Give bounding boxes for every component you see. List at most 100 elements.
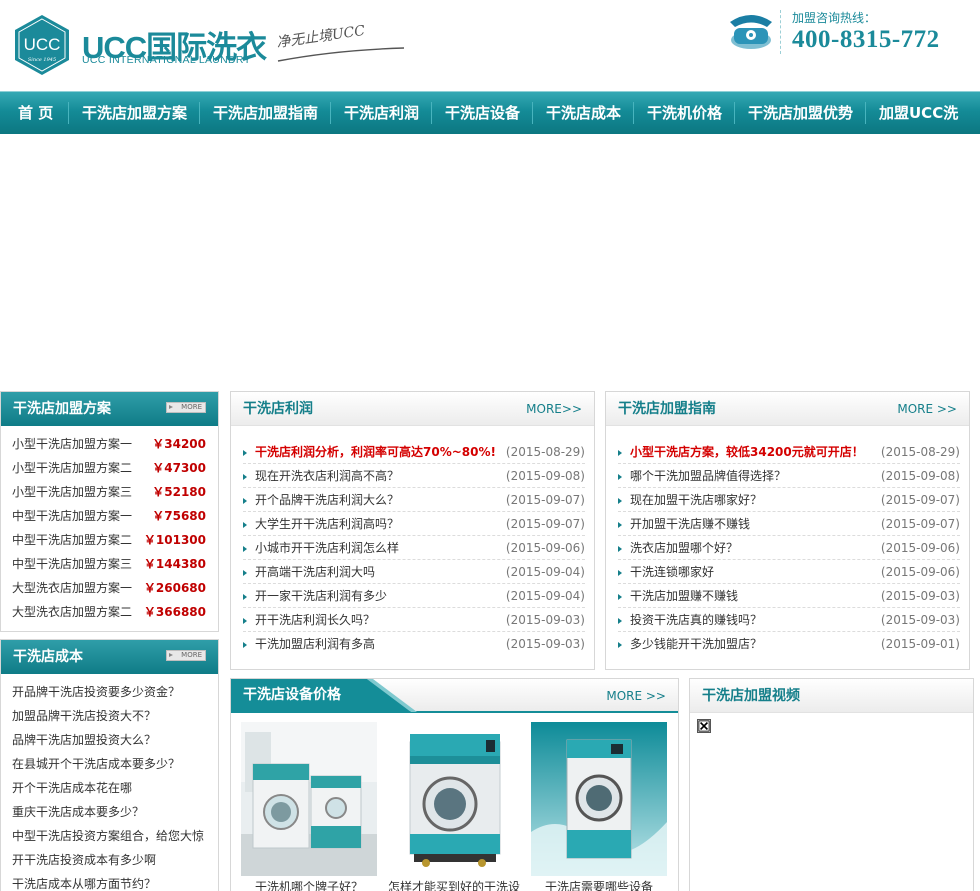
plan-row[interactable]: 大型洗衣店加盟方案一 ￥260680: [12, 576, 206, 600]
svg-text:UCC: UCC: [24, 35, 61, 54]
product-caption[interactable]: 干洗机哪个牌子好？: [233, 878, 385, 891]
news-item[interactable]: 多少钱能开干洗加盟店？ (2015-09-01): [618, 632, 960, 656]
news-date: (2015-09-07): [880, 517, 960, 531]
cost-link[interactable]: 重庆干洗店成本要多少？: [12, 800, 144, 824]
nav-item-equipment[interactable]: 干洗店设备: [445, 92, 520, 134]
news-item[interactable]: 小城市开干洗店利润怎么样 (2015-09-06): [243, 536, 585, 560]
plan-row[interactable]: 小型干洗店加盟方案二 ￥47300: [12, 456, 206, 480]
news-item[interactable]: 开个品牌干洗店利润大么？ (2015-09-07): [243, 488, 585, 512]
video-header: 干洗店加盟视频: [690, 679, 973, 713]
ucc-logo-icon[interactable]: UCC Since 1945: [14, 14, 70, 76]
news-date: (2015-08-29): [880, 445, 960, 459]
news-item[interactable]: 投资干洗店真的赚钱吗？ (2015-09-03): [618, 608, 960, 632]
cost-link[interactable]: 开品牌干洗店投资要多少资金？: [12, 680, 180, 704]
product-image[interactable]: [241, 722, 377, 876]
news-item[interactable]: 洗衣店加盟哪个好？ (2015-09-06): [618, 536, 960, 560]
news-title: 投资干洗店真的赚钱吗？: [630, 613, 763, 627]
news-item[interactable]: 干洗加盟店利润有多高 (2015-09-03): [243, 632, 585, 656]
nav-separator: [199, 102, 200, 124]
news-title: 现在加盟干洗店哪家好？: [630, 493, 763, 507]
cost-panel: 干洗店成本 MORE 开品牌干洗店投资要多少资金？ 加盟品牌干洗店投资大不？ 品…: [0, 639, 219, 891]
plan-name: 大型洗衣店加盟方案二: [12, 605, 133, 619]
plans-title: 干洗店加盟方案: [13, 401, 111, 417]
nav-separator: [532, 102, 533, 124]
nav-item-guide[interactable]: 干洗店加盟指南: [213, 92, 318, 134]
news-item[interactable]: 开加盟干洗店赚不赚钱 (2015-09-07): [618, 512, 960, 536]
plans-header: 干洗店加盟方案 MORE: [1, 392, 218, 426]
news-date: (2015-08-29): [505, 445, 585, 459]
news-title: 小城市开干洗店利润怎么样: [255, 541, 400, 555]
product-image[interactable]: [386, 722, 522, 876]
plan-row[interactable]: 中型干洗店加盟方案三 ￥144380: [12, 552, 206, 576]
plan-price: ￥52180: [152, 485, 206, 499]
brand-subtitle: UCC INTERNATIONAL LAUNDRY: [82, 54, 251, 66]
nav-item-profit[interactable]: 干洗店利润: [344, 92, 419, 134]
profit-title: 干洗店利润: [243, 401, 313, 417]
nav-item-home[interactable]: 首 页: [18, 92, 53, 134]
plan-row[interactable]: 小型干洗店加盟方案一 ￥34200: [12, 432, 206, 456]
news-item[interactable]: 小型干洗店方案，较低34200元就可开店！ (2015-08-29): [618, 440, 960, 464]
cost-link[interactable]: 在县城开个干洗店成本要多少？: [12, 752, 180, 776]
nav-separator: [865, 102, 866, 124]
product-caption[interactable]: 怎样才能买到好的干洗设: [378, 878, 530, 891]
news-title: 洗衣店加盟哪个好？: [630, 541, 739, 555]
cost-more-button[interactable]: MORE: [166, 650, 206, 661]
equipment-more-link[interactable]: MORE >>: [606, 679, 666, 713]
equipment-title: 干洗店设备价格: [243, 687, 341, 703]
plans-more-button[interactable]: MORE: [166, 402, 206, 413]
nav-item-join-ucc[interactable]: 加盟UCC洗: [879, 92, 958, 134]
news-date: (2015-09-07): [880, 493, 960, 507]
news-date: (2015-09-03): [505, 613, 585, 627]
news-title: 开个品牌干洗店利润大么？: [255, 493, 400, 507]
news-item[interactable]: 开干洗店利润长久吗？ (2015-09-03): [243, 608, 585, 632]
news-date: (2015-09-07): [505, 517, 585, 531]
news-item[interactable]: 哪个干洗加盟品牌值得选择？ (2015-09-08): [618, 464, 960, 488]
cost-link[interactable]: 中型干洗店投资方案组合，给您大惊: [12, 824, 204, 848]
plan-row[interactable]: 大型洗衣店加盟方案二 ￥366880: [12, 600, 206, 624]
main-nav: 首 页 干洗店加盟方案 干洗店加盟指南 干洗店利润 干洗店设备 干洗店成本 干洗…: [0, 91, 980, 134]
news-item[interactable]: 干洗连锁哪家好 (2015-09-06): [618, 560, 960, 584]
plan-name: 大型洗衣店加盟方案一: [12, 581, 133, 595]
plan-price: ￥101300: [143, 533, 206, 547]
plan-row[interactable]: 中型干洗店加盟方案二 ￥101300: [12, 528, 206, 552]
nav-item-machine-price[interactable]: 干洗机价格: [647, 92, 722, 134]
bullet-arrow-icon: [243, 450, 247, 456]
news-item[interactable]: 干洗店加盟赚不赚钱 (2015-09-03): [618, 584, 960, 608]
news-item[interactable]: 现在加盟干洗店哪家好？ (2015-09-07): [618, 488, 960, 512]
cost-title: 干洗店成本: [13, 649, 83, 665]
product-card[interactable]: 干洗机哪个牌子好？: [241, 722, 377, 891]
nav-item-advantages[interactable]: 干洗店加盟优势: [748, 92, 853, 134]
news-item[interactable]: 大学生开干洗店利润高吗？ (2015-09-07): [243, 512, 585, 536]
product-image[interactable]: [531, 722, 667, 876]
news-date: (2015-09-03): [505, 637, 585, 651]
cost-link[interactable]: 开干洗店投资成本有多少啊: [12, 848, 156, 872]
bullet-arrow-icon: [618, 522, 622, 528]
svg-text:Since 1945: Since 1945: [28, 57, 56, 63]
cost-link[interactable]: 加盟品牌干洗店投资大不？: [12, 704, 156, 728]
news-item[interactable]: 现在开洗衣店利润高不高？ (2015-09-08): [243, 464, 585, 488]
guide-more-link[interactable]: MORE >>: [897, 392, 957, 426]
news-item[interactable]: 干洗店利润分析，利润率可高达70%~80%! (2015-08-29): [243, 440, 585, 464]
cost-link[interactable]: 品牌干洗店加盟投资大么？: [12, 728, 156, 752]
guide-panel: 干洗店加盟指南 MORE >> 小型干洗店方案，较低34200元就可开店！ (20…: [605, 391, 970, 670]
plan-row[interactable]: 中型干洗店加盟方案一 ￥75680: [12, 504, 206, 528]
profit-more-link[interactable]: MORE>>: [526, 392, 582, 426]
product-card[interactable]: 怎样才能买到好的干洗设: [386, 722, 522, 891]
nav-item-cost[interactable]: 干洗店成本: [546, 92, 621, 134]
news-title: 现在开洗衣店利润高不高？: [255, 469, 400, 483]
plan-row[interactable]: 小型干洗店加盟方案三 ￥52180: [12, 480, 206, 504]
guide-title: 干洗店加盟指南: [618, 401, 716, 417]
news-date: (2015-09-03): [880, 613, 960, 627]
bullet-arrow-icon: [243, 474, 247, 480]
product-caption[interactable]: 干洗店需要哪些设备: [523, 878, 675, 891]
news-date: (2015-09-08): [505, 469, 585, 483]
news-item[interactable]: 开高端干洗店利润大吗 (2015-09-04): [243, 560, 585, 584]
product-card[interactable]: 干洗店需要哪些设备: [531, 722, 667, 891]
news-date: (2015-09-08): [880, 469, 960, 483]
plans-panel: 干洗店加盟方案 MORE 小型干洗店加盟方案一 ￥34200 小型干洗店加盟方案二…: [0, 391, 219, 632]
cost-link[interactable]: 开个干洗店成本花在哪: [12, 776, 132, 800]
nav-item-plans[interactable]: 干洗店加盟方案: [82, 92, 187, 134]
bullet-arrow-icon: [618, 498, 622, 504]
news-item[interactable]: 开一家干洗店利润有多少 (2015-09-04): [243, 584, 585, 608]
cost-link[interactable]: 干洗店成本从哪方面节约？: [12, 872, 156, 891]
